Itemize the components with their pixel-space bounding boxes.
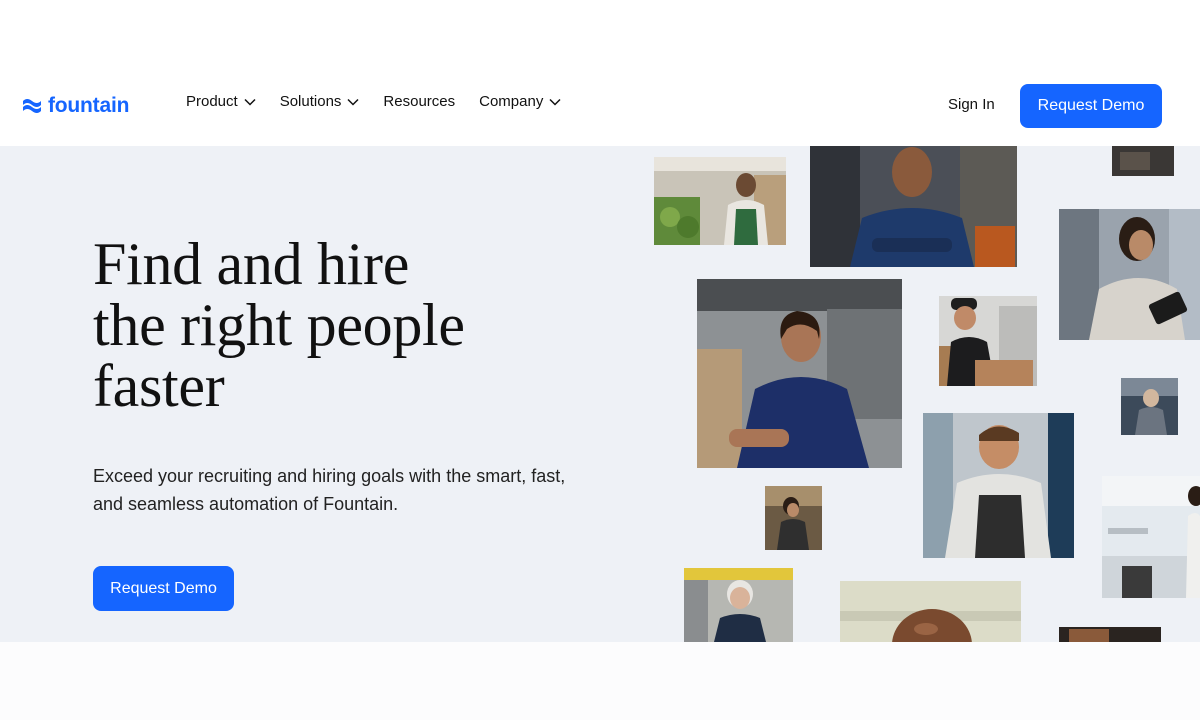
nav-item-label: Solutions: [279, 93, 342, 110]
request-demo-button[interactable]: Request Demo: [1020, 84, 1162, 128]
sign-in-link[interactable]: Sign In: [948, 96, 995, 113]
grocery-worker-photo: [654, 157, 786, 245]
senior-worker-photo: [684, 568, 793, 642]
restaurant-server-photo: [1102, 476, 1200, 598]
chevron-down-icon: [549, 98, 561, 106]
nav-item-label: Company: [479, 93, 544, 110]
chevron-down-icon: [347, 98, 359, 106]
nav-item-product[interactable]: Product: [186, 93, 256, 110]
brand-name: fountain: [48, 94, 130, 117]
nav-item-label: Product: [186, 93, 238, 110]
headline-line: Find and hire: [93, 231, 410, 297]
bald-worker-photo: [840, 581, 1021, 642]
nav-item-company[interactable]: Company: [479, 93, 561, 110]
small-top-photo: [1112, 146, 1174, 176]
delivery-worker-photo: [939, 296, 1037, 386]
hero-section: Find and hire the right people faster Ex…: [0, 146, 1200, 642]
fountain-logo-icon: [23, 99, 41, 113]
headline-line: faster: [93, 353, 225, 419]
hero-subtext: Exceed your recruiting and hiring goals …: [93, 466, 566, 514]
nav-item-label: Resources: [383, 93, 456, 110]
top-navigation: fountain Product Solutions Resources Com…: [0, 66, 1200, 146]
factory-worker-photo: [697, 279, 902, 468]
warehouse-worker-photo: [1059, 209, 1200, 340]
main-nav: Product Solutions Resources Company: [186, 93, 561, 110]
chevron-down-icon: [244, 98, 256, 106]
small-bottom-photo: [1059, 627, 1161, 642]
cashier-photo: [1121, 378, 1178, 435]
nav-item-solutions[interactable]: Solutions: [280, 93, 360, 110]
page-bottom-area: [0, 642, 1200, 720]
brand-logo[interactable]: fountain: [22, 91, 129, 121]
nav-item-resources[interactable]: Resources: [383, 93, 455, 110]
mechanic-photo: [810, 146, 1017, 267]
barista-photo: [765, 486, 822, 550]
chef-photo: [923, 413, 1074, 558]
hero-headline: Find and hire the right people faster: [93, 234, 465, 417]
hero-request-demo-button[interactable]: Request Demo: [93, 566, 234, 611]
headline-line: the right people: [93, 292, 465, 358]
